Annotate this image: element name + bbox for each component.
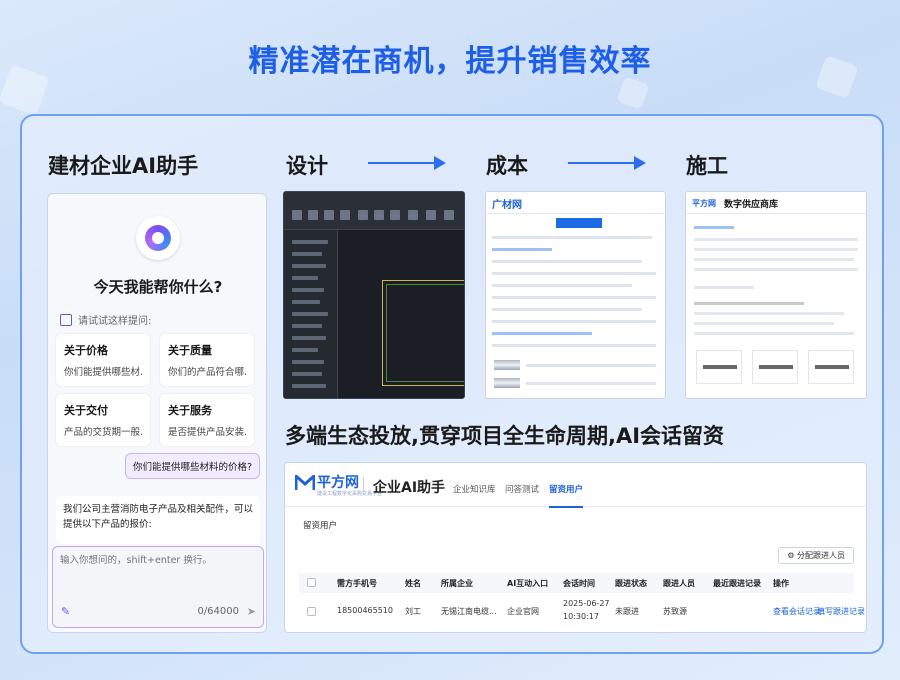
pipe-product-image [494,360,520,370]
arrow-right-icon [368,156,446,170]
arrow-right-icon [568,156,646,170]
page-headline: 精准潜在商机，提升销售效率 [248,44,652,79]
col-action: 操作 [773,579,789,588]
cad-drawing-inner [386,284,464,382]
cell-entry: 企业官网 [507,607,539,616]
supply-site-header: 平方网 数字供应商库 [686,192,866,214]
lead-admin-screenshot: 平方网 建设工程数字化采购交易平台 企业AI助手 企业知识库 问答测试 留资用户… [284,462,867,633]
char-counter: 0/64000 [197,606,239,617]
design-cad-screenshot [283,191,465,399]
supply-site-title: 数字供应商库 [724,200,779,210]
col-recent-record: 最近跟进记录 [713,579,761,588]
ecosystem-title: 多端生态投放,贯穿项目全生命周期,AI会话留资 [285,424,725,448]
col-name: 姓名 [405,579,421,588]
product-thumbnail [696,350,742,384]
supplier-library-screenshot: 平方网 数字供应商库 [685,191,867,399]
cost-site-header: 广材网 [486,192,665,214]
nav-qa-test[interactable]: 问答测试 [505,483,539,495]
table-row: 18500465510 刘工 无锡江南电缆... 企业官网 2025-06-27… [299,593,865,631]
ai-assistant-chat: 今天我能帮你什么? 请试试这样提问: 关于价格 你们能提供哪些材... 关于质量… [47,193,267,633]
user-message: 你们能提供哪些材料的价格? [124,453,260,479]
assign-follower-button[interactable]: ⚙ 分配跟进人员 [778,547,854,564]
col-follower: 跟进人员 [663,579,695,588]
card-title: 关于价格 [64,344,108,357]
cost-site-logo: 广材网 [492,200,522,211]
broom-icon[interactable]: ✎ [61,605,70,618]
view-session-link[interactable]: 查看会话记录 [773,606,821,617]
product-thumbnail [808,350,854,384]
suggestion-card-delivery[interactable]: 关于交付 产品的交货期一般... [56,394,150,446]
section-title-design: 设计 [286,154,328,178]
cad-toolbar [284,192,464,230]
card-desc: 你们的产品符合哪... [168,367,246,378]
admin-title: 企业AI助手 [373,480,446,496]
card-title: 关于质量 [168,344,212,357]
cell-company: 无锡江南电缆... [441,607,497,616]
header-divider [363,477,364,495]
cost-price-screenshot: 广材网 [485,191,666,399]
cost-active-tab [556,218,602,228]
pipe-product-image [494,378,520,388]
suggestion-card-price[interactable]: 关于价格 你们能提供哪些材... [56,334,150,386]
col-entry: AI互动入口 [507,579,549,588]
col-company: 所属企业 [441,579,473,588]
assign-button-label: 分配跟进人员 [797,551,845,560]
admin-header: 平方网 建设工程数字化采购交易平台 企业AI助手 企业知识库 问答测试 留资用户 [285,463,866,508]
cell-phone: 18500465510 [337,606,393,615]
cell-status: 未跟进 [615,607,639,616]
nav-leads[interactable]: 留资用户 [549,483,584,508]
send-icon[interactable]: ➤ [247,605,256,618]
nav-knowledge-base[interactable]: 企业知识库 [453,483,496,495]
chat-hint-text: 请试试这样提问: [78,316,152,327]
card-desc: 产品的交货期一般... [64,427,142,438]
book-icon [60,313,72,326]
background-cube [616,76,650,110]
card-desc: 是否提供产品安装... [168,427,246,438]
col-phone: 需方手机号 [337,579,377,588]
supply-site-logo: 平方网 [692,199,716,208]
card-title: 关于服务 [168,404,212,417]
assistant-message: 我们公司主营消防电子产品及相关配件，可以提供以下产品的报价: [56,496,260,544]
assistant-logo-icon [136,216,180,260]
section-title-assistant: 建材企业AI助手 [48,154,199,178]
section-title-construction: 施工 [686,154,728,178]
cell-date: 2025-06-27 [563,599,610,608]
table-header: 需方手机号 姓名 所属企业 AI互动入口 会话时间 跟进状态 跟进人员 最近跟进… [299,573,854,593]
cell-time: 10:30:17 [563,612,599,621]
fill-record-link[interactable]: 填写跟进记录 [817,606,865,617]
cell-name: 刘工 [405,607,421,616]
cad-layer-tree [284,230,338,398]
card-title: 关于交付 [64,404,108,417]
product-thumbnail [752,350,798,384]
chat-hint: 请试试这样提问: [60,312,151,327]
section-title-cost: 成本 [486,154,528,178]
suggestion-card-service[interactable]: 关于服务 是否提供产品安装... [160,394,254,446]
col-status: 跟进状态 [615,579,647,588]
chat-greeting: 今天我能帮你什么? [93,278,223,296]
chat-input[interactable] [60,555,256,566]
cell-follower: 苏致源 [663,607,687,616]
row-checkbox[interactable] [307,607,316,616]
suggestion-card-quality[interactable]: 关于质量 你们的产品符合哪... [160,334,254,386]
card-desc: 你们能提供哪些材... [64,367,142,378]
select-all-checkbox[interactable] [307,578,316,587]
platform-logo-icon [295,475,315,490]
gear-icon: ⚙ [787,551,795,560]
col-session-time: 会话时间 [563,579,595,588]
section-label: 留资用户 [303,521,338,531]
admin-logo: 平方网 [317,475,359,491]
chat-input-box: ✎ 0/64000 ➤ [52,546,264,628]
